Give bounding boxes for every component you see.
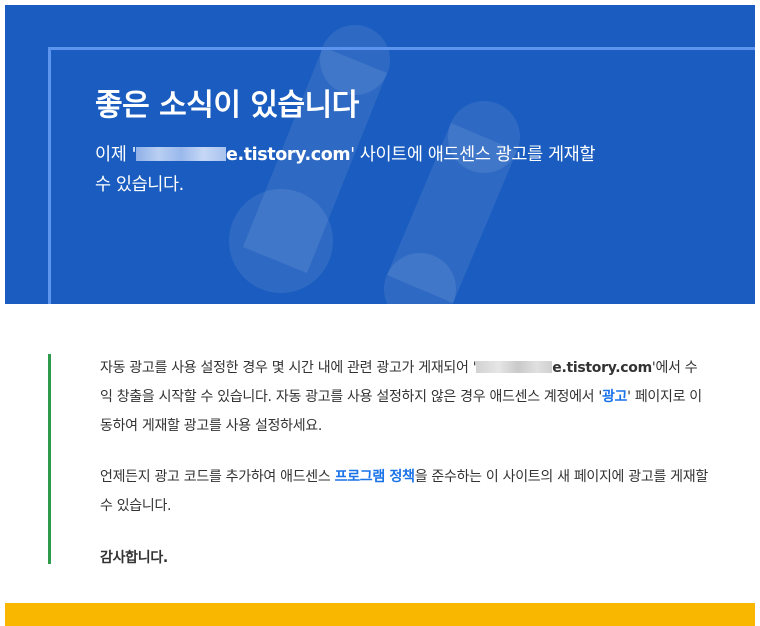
page-title: 좋은 소식이 있습니다 <box>95 88 359 123</box>
ads-page-link[interactable]: 광고 <box>602 389 627 405</box>
body-site-domain: e.tistory.com <box>552 360 652 376</box>
redacted-site-name <box>476 361 553 373</box>
program-policy-link[interactable]: 프로그램 정책 <box>335 469 415 485</box>
redacted-site-name <box>135 147 226 161</box>
p1-before: 자동 광고를 사용 설정한 경우 몇 시간 내에 관련 광고가 게재되어 ' <box>100 360 477 376</box>
footer-accent-bar <box>5 603 755 626</box>
message-body: 자동 광고를 사용 설정한 경우 몇 시간 내에 관련 광고가 게재되어 ' e.… <box>48 354 708 566</box>
p2-before: 언제든지 광고 코드를 추가하여 애드센스 <box>100 469 335 485</box>
hero-site-domain: e.tistory.com <box>225 145 351 165</box>
hero-text-before: 이제 ' <box>95 145 136 165</box>
ad-code-paragraph: 언제든지 광고 코드를 추가하여 애드센스 프로그램 정책을 준수하는 이 사이… <box>100 463 708 521</box>
hero-message: 이제 ' e.tistory.com' 사이트에 애드센스 광고를 게재할 수 있… <box>95 140 615 200</box>
closing-text: 감사합니다. <box>100 550 168 566</box>
adsense-approval-email: 좋은 소식이 있습니다 이제 ' e.tistory.com' 사이트에 애드센스… <box>0 0 760 626</box>
auto-ads-paragraph: 자동 광고를 사용 설정한 경우 몇 시간 내에 관련 광고가 게재되어 ' e.… <box>100 354 708 441</box>
